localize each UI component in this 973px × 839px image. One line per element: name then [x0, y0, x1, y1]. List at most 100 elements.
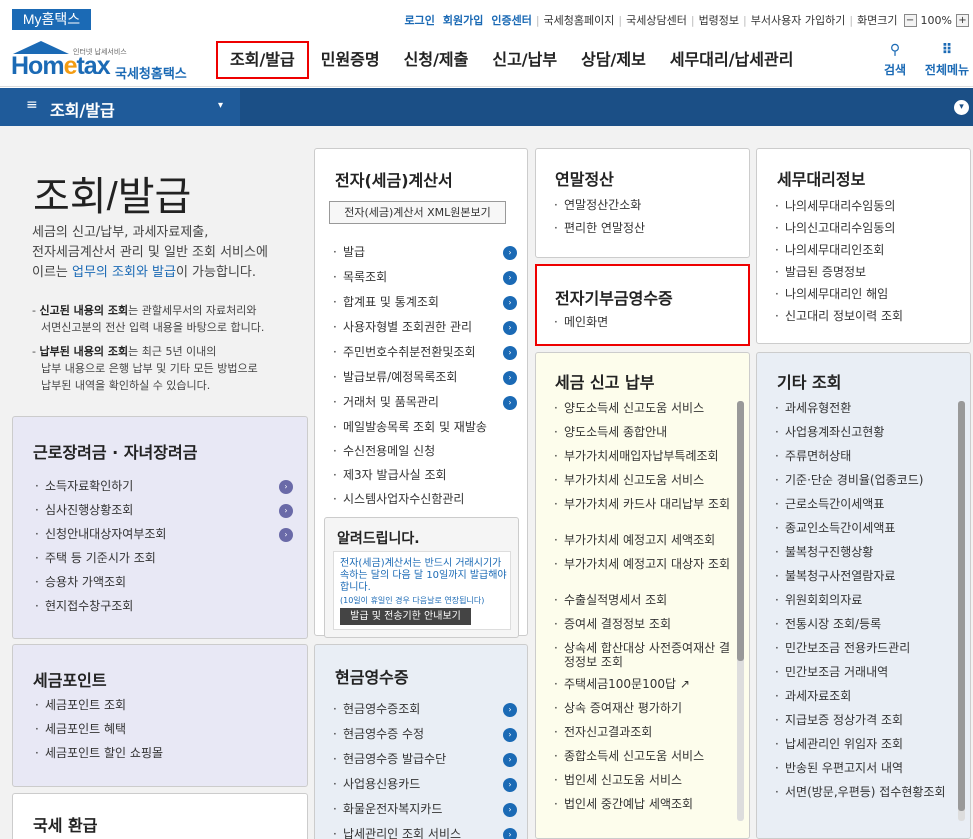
- list-item[interactable]: 법인세 중간예납 세액조회: [552, 797, 732, 821]
- list-item[interactable]: 전자신고결과조회: [552, 725, 732, 749]
- list-item[interactable]: 현금영수증 발급수단 ›: [331, 752, 517, 777]
- list-item[interactable]: 제3자 발급사실 조회: [331, 468, 517, 492]
- list-item[interactable]: 사업용계좌신고현황: [773, 425, 958, 449]
- go-arrow-icon[interactable]: ›: [503, 828, 517, 839]
- list-item[interactable]: 종교인소득간이세액표: [773, 521, 958, 545]
- list-item[interactable]: 세금포인트 조회: [33, 698, 293, 722]
- list-item[interactable]: 서면(방문,우편등) 접수현황조회: [773, 785, 958, 809]
- list-item[interactable]: 신청안내대상자여부조회 ›: [33, 527, 293, 551]
- go-arrow-icon[interactable]: ›: [503, 296, 517, 310]
- law-info-link[interactable]: 법령정보: [695, 12, 743, 28]
- nav-report-pay[interactable]: 신고/납부: [480, 33, 569, 87]
- list-item[interactable]: 부가가치세 신고도움 서비스: [552, 473, 732, 497]
- list-item[interactable]: 전통시장 조회/등록: [773, 617, 958, 641]
- scrollbar[interactable]: [737, 401, 744, 821]
- go-arrow-icon[interactable]: ›: [279, 480, 293, 494]
- list-item[interactable]: 시스템사업자수신함관리: [331, 492, 517, 516]
- list-item[interactable]: 소득자료확인하기 ›: [33, 479, 293, 503]
- list-item[interactable]: 양도소득세 종합안내: [552, 425, 732, 449]
- list-item[interactable]: 부가가치세 예정고지 세액조회: [552, 533, 732, 557]
- list-item[interactable]: 메일발송목록 조회 및 재발송: [331, 420, 517, 444]
- list-item[interactable]: 목록조회 ›: [331, 270, 517, 295]
- list-item[interactable]: 심사진행상황조회 ›: [33, 503, 293, 527]
- cert-center-link[interactable]: 인증센터: [487, 12, 535, 28]
- go-arrow-icon[interactable]: ›: [503, 728, 517, 742]
- nav-tax-agent[interactable]: 세무대리/납세관리: [658, 33, 806, 87]
- nav-apply-submit[interactable]: 신청/제출: [392, 33, 481, 87]
- list-item[interactable]: 주택세금100문100답 ↗: [552, 677, 732, 701]
- go-arrow-icon[interactable]: ›: [503, 753, 517, 767]
- go-arrow-icon[interactable]: ›: [503, 703, 517, 717]
- list-item[interactable]: 위원회회의자료: [773, 593, 958, 617]
- list-item[interactable]: 증여세 결정정보 조회: [552, 617, 732, 641]
- list-item[interactable]: 불복청구진행상황: [773, 545, 958, 569]
- section-dropdown[interactable]: ≡ 조회/발급 ▾: [0, 88, 240, 126]
- go-arrow-icon[interactable]: ›: [503, 396, 517, 410]
- list-item[interactable]: 발급 ›: [331, 245, 517, 270]
- zoom-out-button[interactable]: −: [903, 13, 917, 27]
- list-item[interactable]: 발급보류/예정목록조회 ›: [331, 370, 517, 395]
- list-item[interactable]: 나의신고대리수임동의: [773, 221, 963, 243]
- signup-link[interactable]: 회원가입: [439, 12, 487, 28]
- list-item[interactable]: 수출실적명세서 조회: [552, 593, 732, 617]
- list-item[interactable]: 주민번호수취분전환및조회 ›: [331, 345, 517, 370]
- list-item[interactable]: 나의세무대리인 해임: [773, 287, 963, 309]
- scrollbar-thumb[interactable]: [958, 401, 965, 811]
- list-item[interactable]: 상속 증여재산 평가하기: [552, 701, 732, 725]
- list-item[interactable]: 부가가치세 예정고지 대상자 조회: [552, 557, 732, 593]
- list-item[interactable]: 부가가치세 카드사 대리납부 조회: [552, 497, 732, 533]
- list-item[interactable]: 민간보조금 거래내역: [773, 665, 958, 689]
- list-item[interactable]: 주택 등 기준시가 조회: [33, 551, 293, 575]
- go-arrow-icon[interactable]: ›: [503, 346, 517, 360]
- list-item[interactable]: 화물운전자복지카드 ›: [331, 802, 517, 827]
- list-item[interactable]: 민간보조금 전용카드관리: [773, 641, 958, 665]
- list-item[interactable]: 납세관리인 조회 서비스 ›: [331, 827, 517, 839]
- my-hometax-button[interactable]: My홈택스: [12, 9, 91, 30]
- list-item[interactable]: 상속세 합산대상 사전증여재산 결정정보 조회: [552, 641, 732, 677]
- search-button[interactable]: ⚲ 검색: [880, 43, 910, 78]
- list-item[interactable]: 법인세 신고도움 서비스: [552, 773, 732, 797]
- list-item[interactable]: 승용차 가액조회: [33, 575, 293, 599]
- list-item[interactable]: 기준·단순 경비율(업종코드): [773, 473, 958, 497]
- go-arrow-icon[interactable]: ›: [503, 371, 517, 385]
- list-item[interactable]: 메인화면: [552, 315, 742, 338]
- list-item[interactable]: 현금영수증조회 ›: [331, 702, 517, 727]
- list-item[interactable]: 사업용신용카드 ›: [331, 777, 517, 802]
- list-item[interactable]: 주류면허상태: [773, 449, 958, 473]
- list-item[interactable]: 세금포인트 혜택: [33, 722, 293, 746]
- expand-icon[interactable]: ▾: [954, 100, 969, 115]
- list-item[interactable]: 과세유형전환: [773, 401, 958, 425]
- list-item[interactable]: 세금포인트 할인 쇼핑몰: [33, 746, 293, 770]
- all-menu-button[interactable]: ⠿ 전체메뉴: [923, 43, 971, 78]
- consult-center-link[interactable]: 국세상담센터: [622, 12, 691, 28]
- go-arrow-icon[interactable]: ›: [503, 271, 517, 285]
- list-item[interactable]: 편리한 연말정산: [552, 221, 742, 244]
- go-arrow-icon[interactable]: ›: [279, 504, 293, 518]
- go-arrow-icon[interactable]: ›: [503, 803, 517, 817]
- list-item[interactable]: 거래처 및 품목관리 ›: [331, 395, 517, 420]
- list-item[interactable]: 발급된 증명정보: [773, 265, 963, 287]
- list-item[interactable]: 나의세무대리수임동의: [773, 199, 963, 221]
- go-arrow-icon[interactable]: ›: [503, 778, 517, 792]
- nav-consult-tipoff[interactable]: 상담/제보: [569, 33, 658, 87]
- hometax-logo[interactable]: 인터넷 납세서비스 Hometax 국세청홈택스: [11, 41, 193, 82]
- list-item[interactable]: 연말정산간소화: [552, 198, 742, 221]
- list-item[interactable]: 현금영수증 수정 ›: [331, 727, 517, 752]
- list-item[interactable]: 신고대리 정보이력 조회: [773, 309, 963, 331]
- list-item[interactable]: 불복청구사전열람자료: [773, 569, 958, 593]
- go-arrow-icon[interactable]: ›: [503, 321, 517, 335]
- list-item[interactable]: 부가가치세매입자납부특례조회: [552, 449, 732, 473]
- list-item[interactable]: 현지접수창구조회: [33, 599, 293, 623]
- scrollbar-thumb[interactable]: [737, 401, 744, 661]
- zoom-in-button[interactable]: +: [956, 13, 969, 27]
- nav-civil-certificates[interactable]: 민원증명: [309, 33, 392, 87]
- scrollbar[interactable]: [958, 401, 965, 821]
- list-item[interactable]: 수신전용메일 신청: [331, 444, 517, 468]
- deadline-guide-button[interactable]: 발급 및 전송기한 안내보기: [340, 608, 471, 625]
- go-arrow-icon[interactable]: ›: [279, 528, 293, 542]
- list-item[interactable]: 종합소득세 신고도움 서비스: [552, 749, 732, 773]
- xml-view-button[interactable]: 전자(세금)계산서 XML원본보기: [329, 201, 506, 224]
- list-item[interactable]: 근로소득간이세액표: [773, 497, 958, 521]
- nts-home-link[interactable]: 국세청홈페이지: [540, 12, 619, 28]
- list-item[interactable]: 과세자료조회: [773, 689, 958, 713]
